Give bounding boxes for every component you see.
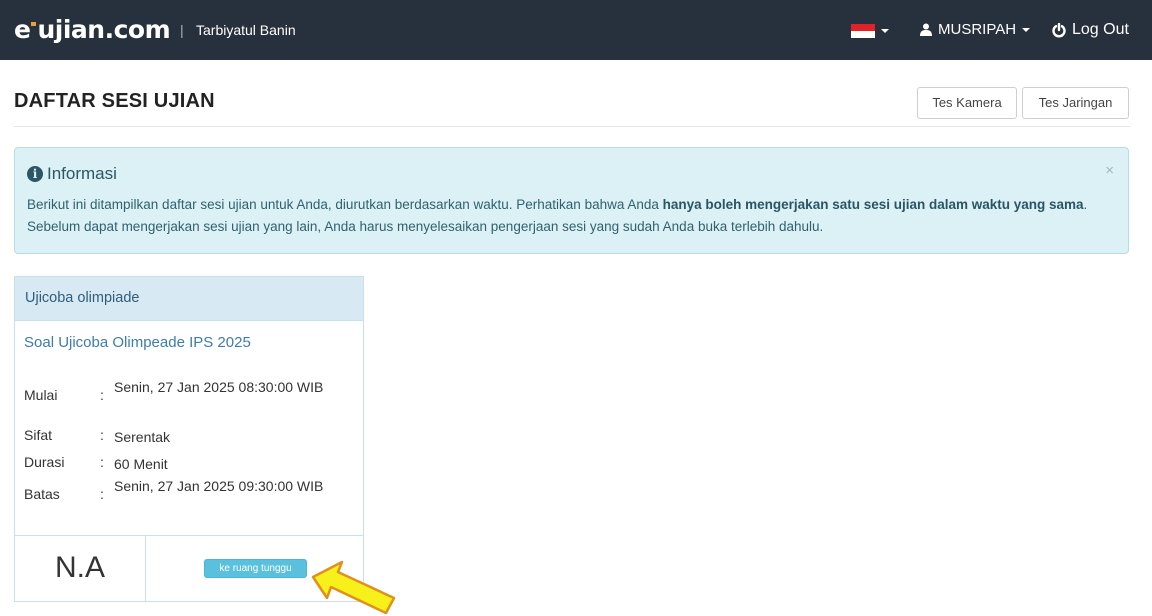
- brand-accent-mark: [31, 22, 37, 26]
- power-icon: [1052, 22, 1066, 37]
- row-value: Senin, 27 Jan 2025 08:30:00 WIB: [114, 379, 324, 395]
- info-circle-icon: i: [27, 166, 43, 182]
- row-label: Mulai: [24, 387, 58, 403]
- alert-text-part1: Berikut ini ditampilkan daftar sesi ujia…: [27, 197, 663, 212]
- top-navbar: e ujian.com | Tarbiyatul Banin MUSRIPAH L…: [0, 0, 1152, 60]
- language-dropdown[interactable]: [851, 24, 889, 38]
- exam-session-card: Ujicoba olimpiade Soal Ujicoba Olimpeade…: [14, 276, 364, 602]
- row-label: Durasi: [24, 454, 65, 470]
- user-dropdown[interactable]: MUSRIPAH: [920, 21, 1031, 38]
- indonesia-flag-icon: [851, 24, 875, 38]
- alert-title: i Informasi: [27, 164, 117, 184]
- row-colon: :: [100, 486, 104, 502]
- brand-logo[interactable]: e ujian.com: [14, 13, 171, 45]
- row-colon: :: [100, 387, 104, 403]
- score-value: N.A: [54, 551, 105, 584]
- info-alert: i Informasi × Berikut ini ditampilkan da…: [14, 147, 1129, 254]
- pointer-arrow-icon: [311, 560, 396, 615]
- row-label: Sifat: [24, 427, 53, 443]
- user-name: MUSRIPAH: [938, 21, 1017, 38]
- waiting-room-button[interactable]: ke ruang tunggu: [204, 559, 307, 578]
- chevron-down-icon: [881, 29, 889, 33]
- brand-name: ujian.com: [37, 14, 171, 44]
- brand-separator: |: [180, 22, 184, 38]
- row-colon: :: [100, 427, 104, 443]
- chevron-down-icon: [1022, 27, 1031, 32]
- alert-title-label: Informasi: [47, 164, 117, 183]
- test-camera-button[interactable]: Tes Kamera: [917, 87, 1017, 119]
- page-title: DAFTAR SESI UJIAN: [14, 90, 215, 112]
- brand-prefix: e: [14, 14, 31, 44]
- card-header: Ujicoba olimpiade: [15, 277, 363, 321]
- info-row-type: Sifat : Serentak: [24, 427, 344, 447]
- info-row-duration: Durasi : 60 Menit: [24, 454, 344, 474]
- row-value: 60 Menit: [114, 456, 168, 472]
- user-icon: [920, 23, 932, 36]
- header-divider: [14, 126, 1130, 127]
- alert-message: Berikut ini ditampilkan daftar sesi ujia…: [27, 194, 1107, 238]
- close-icon[interactable]: ×: [1105, 162, 1114, 179]
- test-network-button[interactable]: Tes Jaringan: [1022, 87, 1129, 119]
- row-colon: :: [100, 454, 104, 470]
- row-value: Serentak: [114, 429, 171, 445]
- exam-title-link[interactable]: Soal Ujicoba Olimpeade IPS 2025: [24, 334, 251, 351]
- info-row-start: Mulai : Senin, 27 Jan 2025 08:30:00 WIB: [24, 377, 344, 403]
- school-name: Tarbiyatul Banin: [196, 22, 296, 38]
- info-row-deadline: Batas : Senin, 27 Jan 2025 09:30:00 WIB: [24, 476, 344, 502]
- alert-text-emphasis: hanya boleh mengerjakan satu sesi ujian …: [662, 197, 1084, 212]
- row-label: Batas: [24, 486, 60, 502]
- card-footer-split: [145, 535, 146, 601]
- logout-link[interactable]: Log Out: [1052, 21, 1129, 39]
- logout-label: Log Out: [1072, 21, 1129, 38]
- row-value: Senin, 27 Jan 2025 09:30:00 WIB: [114, 478, 324, 494]
